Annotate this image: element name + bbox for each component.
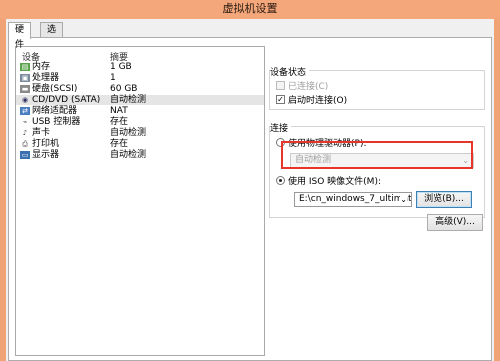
advanced-button[interactable]: 高级(V)... xyxy=(427,214,483,231)
display-icon: ▭ xyxy=(20,151,30,159)
device-row-display[interactable]: ▭ 显示器 自动检测 xyxy=(16,150,264,160)
device-name: 声卡 xyxy=(32,128,51,138)
device-status-legend: 设备状态 xyxy=(270,65,310,78)
iso-path-value: E:\cn_windows_7_ultimate_ xyxy=(299,194,412,204)
window-title: 虚拟机设置 xyxy=(222,2,278,15)
device-list-header: 设备 摘要 xyxy=(16,50,264,63)
use-iso-image-radio[interactable]: 使用 ISO 映像文件(M): xyxy=(276,174,381,187)
device-summary: 自动检测 xyxy=(110,150,147,160)
hardware-panel: 设备 摘要 ▤ 内存 1 GB ▣ 处理器 1 ▬ 硬盘(SCSI) 60 GB… xyxy=(8,37,492,361)
device-summary: 存在 xyxy=(110,139,129,149)
tab-hardware[interactable]: 硬件 xyxy=(8,22,32,50)
browse-button[interactable]: 浏览(B)... xyxy=(416,191,472,208)
memory-icon: ▤ xyxy=(20,63,30,71)
connected-checkbox[interactable]: 已连接(C) xyxy=(276,79,328,92)
radio-circle xyxy=(276,176,285,185)
device-summary: 1 xyxy=(110,73,116,83)
device-name: 内存 xyxy=(32,62,51,72)
device-row-network[interactable]: ⇄ 网络适配器 NAT xyxy=(16,106,264,116)
cdrom-icon: ◉ xyxy=(21,96,29,104)
device-name: CD/DVD (SATA) xyxy=(32,95,101,105)
device-summary: 1 GB xyxy=(110,62,132,72)
printer-icon: ⎙ xyxy=(22,140,28,148)
tab-options[interactable]: 选项 xyxy=(40,22,64,50)
annotation-highlight-box xyxy=(281,141,473,169)
device-summary: 存在 xyxy=(110,117,129,127)
device-list[interactable]: 设备 摘要 ▤ 内存 1 GB ▣ 处理器 1 ▬ 硬盘(SCSI) 60 GB… xyxy=(15,46,265,356)
checkbox-box xyxy=(276,81,285,90)
device-row-processor[interactable]: ▣ 处理器 1 xyxy=(16,73,264,83)
device-row-printer[interactable]: ⎙ 打印机 存在 xyxy=(16,139,264,149)
device-summary: 自动检测 xyxy=(110,95,147,105)
window-titlebar: 虚拟机设置 xyxy=(0,0,500,19)
device-name: 硬盘(SCSI) xyxy=(32,84,78,94)
device-name: 处理器 xyxy=(32,73,60,83)
sound-icon: ♪ xyxy=(22,129,28,137)
connection-group: 连接 使用物理驱动器(P): 自动检测 ⌄ 使用 ISO 映像文件(M): E:… xyxy=(269,121,485,218)
connection-legend: 连接 xyxy=(270,121,292,134)
device-row-sound[interactable]: ♪ 声卡 自动检测 xyxy=(16,128,264,138)
connect-at-power-on-label: 启动时连接(O) xyxy=(288,96,348,106)
iso-path-select[interactable]: E:\cn_windows_7_ultimate_ ⌄ xyxy=(294,192,412,207)
network-icon: ⇄ xyxy=(20,107,30,115)
device-row-usb[interactable]: ⌁ USB 控制器 存在 xyxy=(16,117,264,127)
device-status-group: 设备状态 已连接(C) ✓ 启动时连接(O) xyxy=(269,65,485,110)
device-name: 打印机 xyxy=(32,139,60,149)
chevron-down-icon: ⌄ xyxy=(400,193,407,206)
harddisk-icon: ▬ xyxy=(20,85,30,93)
device-name: 显示器 xyxy=(32,150,60,160)
dialog-body: 硬件 选项 设备 摘要 ▤ 内存 1 GB ▣ 处理器 1 ▬ 硬盘(SCSI) xyxy=(6,19,494,361)
processor-icon: ▣ xyxy=(20,74,30,82)
device-row-harddisk[interactable]: ▬ 硬盘(SCSI) 60 GB xyxy=(16,84,264,94)
device-summary: NAT xyxy=(110,106,128,116)
use-iso-image-label: 使用 ISO 映像文件(M): xyxy=(288,177,381,187)
checkmark-icon: ✓ xyxy=(276,95,285,104)
usb-icon: ⌁ xyxy=(22,118,28,126)
device-name: USB 控制器 xyxy=(32,117,81,127)
connected-label: 已连接(C) xyxy=(288,82,329,92)
device-summary: 60 GB xyxy=(110,84,138,94)
device-row-cdrom[interactable]: ◉ CD/DVD (SATA) 自动检测 xyxy=(16,95,264,105)
device-summary: 自动检测 xyxy=(110,128,147,138)
device-row-memory[interactable]: ▤ 内存 1 GB xyxy=(16,62,264,72)
device-name: 网络适配器 xyxy=(32,106,78,116)
connect-at-power-on-checkbox[interactable]: ✓ 启动时连接(O) xyxy=(276,93,347,106)
